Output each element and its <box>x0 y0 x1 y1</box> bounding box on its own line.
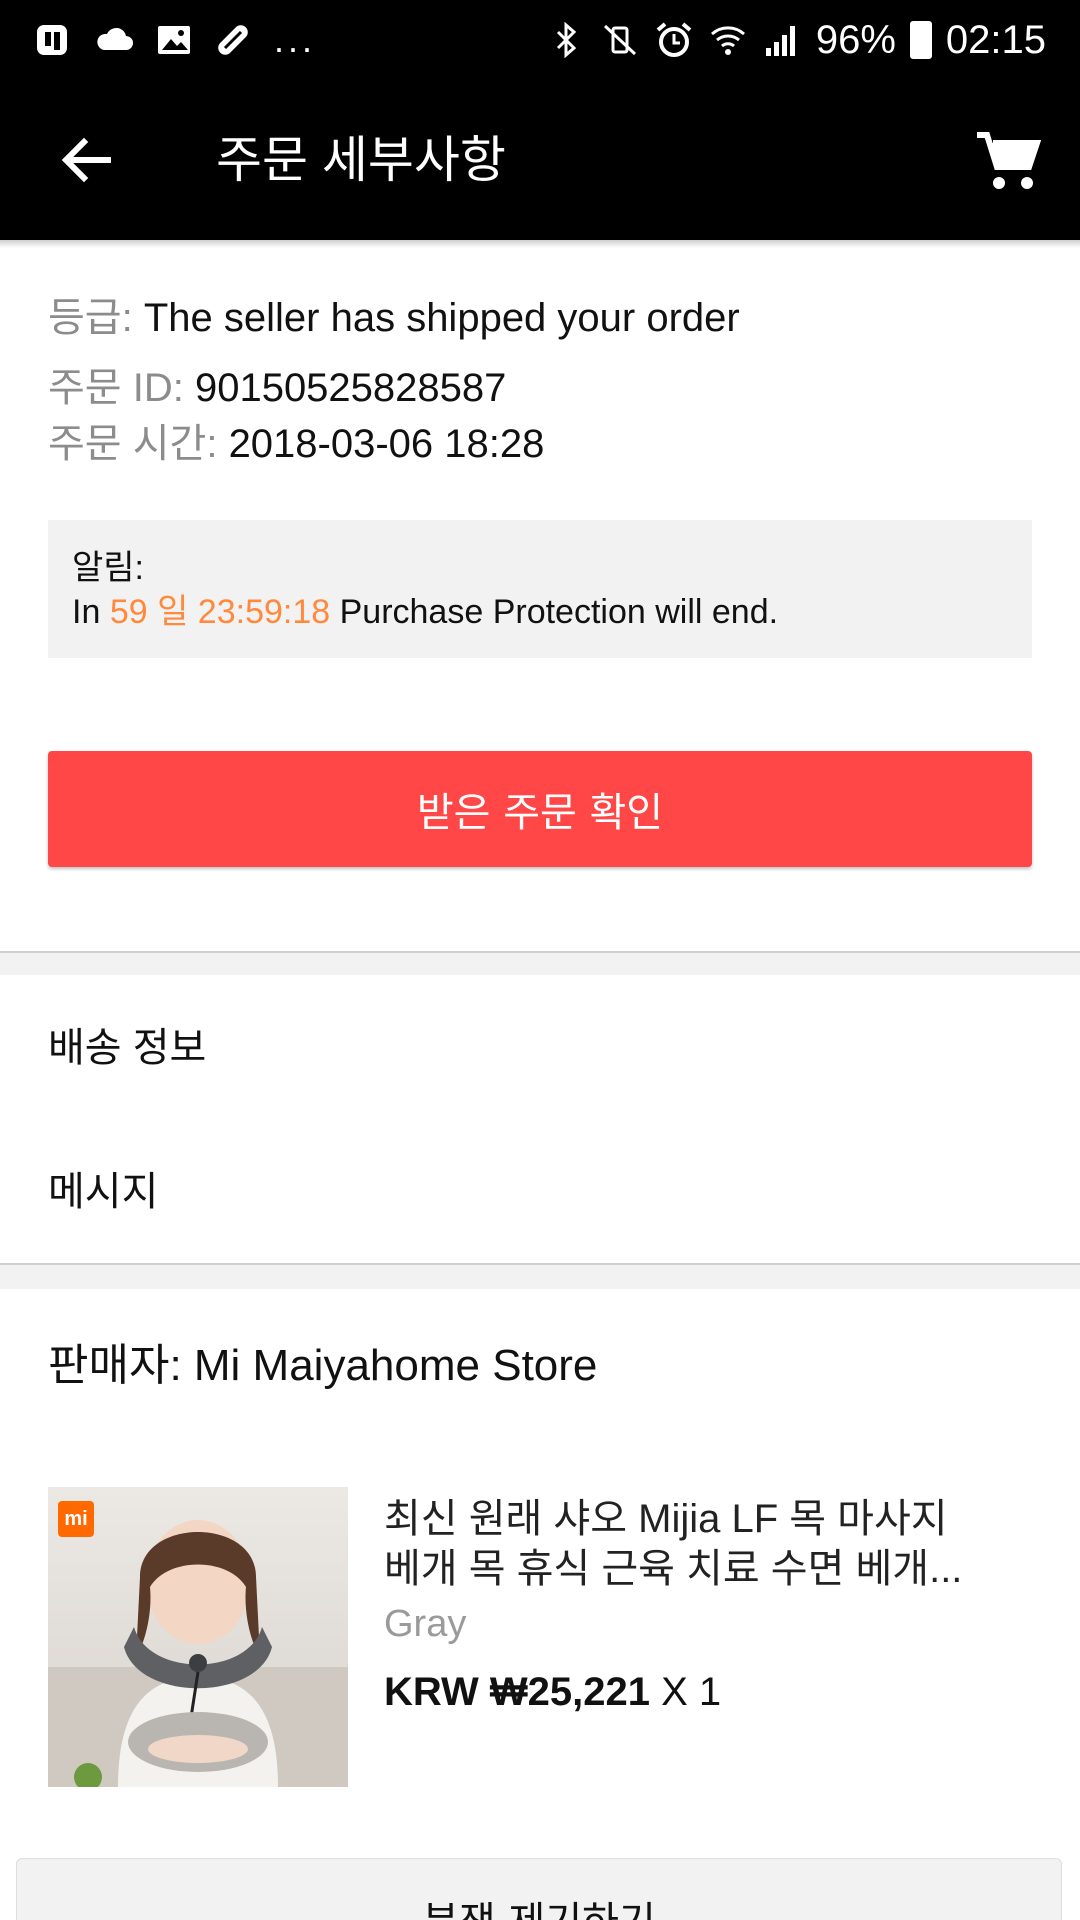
notice-prefix: In <box>72 593 101 631</box>
notice-suffix: Purchase Protection will end. <box>339 593 779 631</box>
order-status-value: The seller has shipped your order <box>143 296 740 340</box>
order-time: 주문 시간: 2018-03-06 18:28 <box>48 416 544 472</box>
order-status: 등급: The seller has shipped your order <box>48 290 740 346</box>
page-title: 주문 세부사항 <box>216 132 506 188</box>
seller-label: 판매자: <box>48 1341 182 1390</box>
bluetooth-icon <box>556 21 577 59</box>
notice-countdown: 59 일 23:59:18 <box>109 593 331 631</box>
order-time-label: 주문 시간: <box>48 422 218 466</box>
open-dispute-button[interactable]: 분쟁 제기하기 <box>16 1858 1062 1920</box>
confirm-receipt-button[interactable]: 받은 주문 확인 <box>48 751 1032 867</box>
status-left-icons: ... <box>34 16 316 64</box>
product-price: KRW ₩25,221 X 1 <box>384 1664 721 1720</box>
wifi-icon <box>710 26 745 55</box>
status-right-icons: 96% 02:15 <box>546 16 1046 64</box>
cart-button[interactable] <box>966 120 1050 204</box>
product-title[interactable]: 최신 원래 샤오 Mijia LF 목 마사지 베개 목 휴식 근육 치료 수면… <box>384 1494 984 1594</box>
notice-text: In 59 일 23:59:18 Purchase Protection wil… <box>72 590 1008 634</box>
pill-icon <box>218 25 248 55</box>
back-button[interactable] <box>50 124 122 196</box>
arrow-left-icon <box>61 137 111 183</box>
product-image[interactable]: mi <box>48 1487 348 1787</box>
gallery-icon <box>158 26 190 54</box>
protection-notice: 알림: In 59 일 23:59:18 Purchase Protection… <box>48 520 1032 658</box>
seller-name[interactable]: 판매자: Mi Maiyahome Store <box>48 1336 597 1396</box>
alarm-icon <box>656 22 692 57</box>
order-id: 주문 ID: 90150525828587 <box>48 360 506 416</box>
price-value: KRW ₩25,221 <box>384 1670 651 1714</box>
quantity: X 1 <box>661 1670 722 1714</box>
product-title-line2: 베개 목 휴식 근육 치료 수면 베개... <box>384 1547 963 1591</box>
status-time: 02:15 <box>945 17 1046 62</box>
order-id-value: 90150525828587 <box>194 366 507 410</box>
battery-percent: 96% <box>815 17 896 62</box>
app-bar: 주문 세부사항 <box>0 80 1080 240</box>
notice-title: 알림: <box>72 549 145 587</box>
office-app-icon <box>37 25 67 55</box>
section-divider <box>0 1263 1080 1289</box>
status-more: ... <box>274 19 317 60</box>
message-row[interactable]: 메시지 <box>48 1164 158 1220</box>
battery-icon <box>909 21 932 59</box>
product-title-line1: 최신 원래 샤오 Mijia LF 목 마사지 <box>384 1497 948 1541</box>
cloud-icon <box>97 27 133 50</box>
shipping-info-row[interactable]: 배송 정보 <box>48 1020 206 1076</box>
product-photo-neck-pillow <box>48 1520 348 1787</box>
product-variant: Gray <box>384 1603 467 1645</box>
app-bar-shadow <box>0 240 1080 248</box>
shopping-cart-icon <box>977 132 1042 189</box>
section-divider <box>0 951 1080 975</box>
order-id-label: 주문 ID: <box>48 366 184 410</box>
order-time-value: 2018-03-06 18:28 <box>228 422 545 466</box>
order-status-label: 등급: <box>48 296 133 340</box>
signal-icon <box>765 26 795 56</box>
vibrate-mute-icon <box>603 24 636 56</box>
seller-store: Mi Maiyahome Store <box>193 1341 598 1390</box>
status-bar: ... 96% 02:15 <box>0 0 1080 80</box>
